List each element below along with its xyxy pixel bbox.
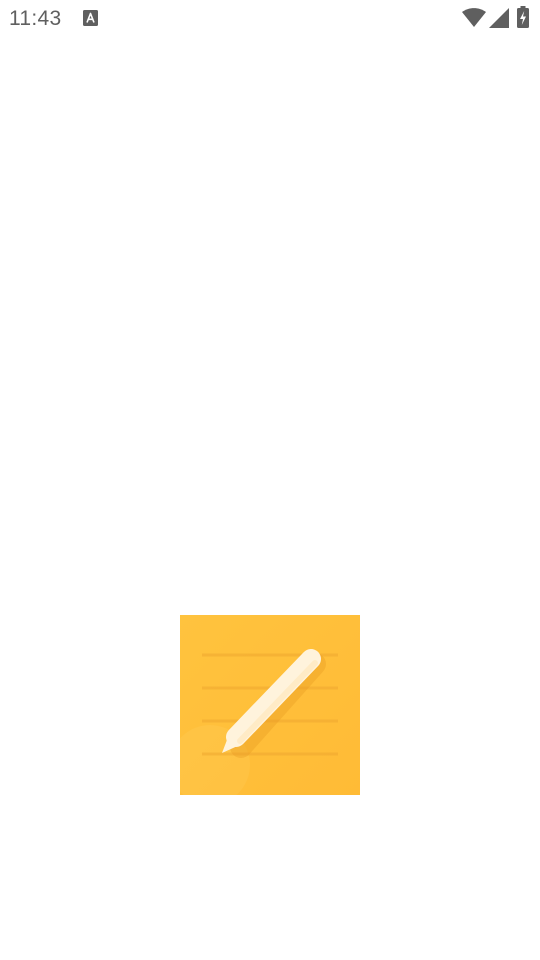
notes-pencil-icon <box>180 615 360 795</box>
status-bar: 11:43 <box>0 0 540 36</box>
status-icons <box>460 6 536 30</box>
wifi-icon <box>462 8 486 27</box>
battery-charging-icon <box>517 6 529 28</box>
cellular-signal-icon <box>489 8 509 28</box>
status-time: 11:43 <box>9 7 62 30</box>
font-a-icon <box>83 10 98 26</box>
